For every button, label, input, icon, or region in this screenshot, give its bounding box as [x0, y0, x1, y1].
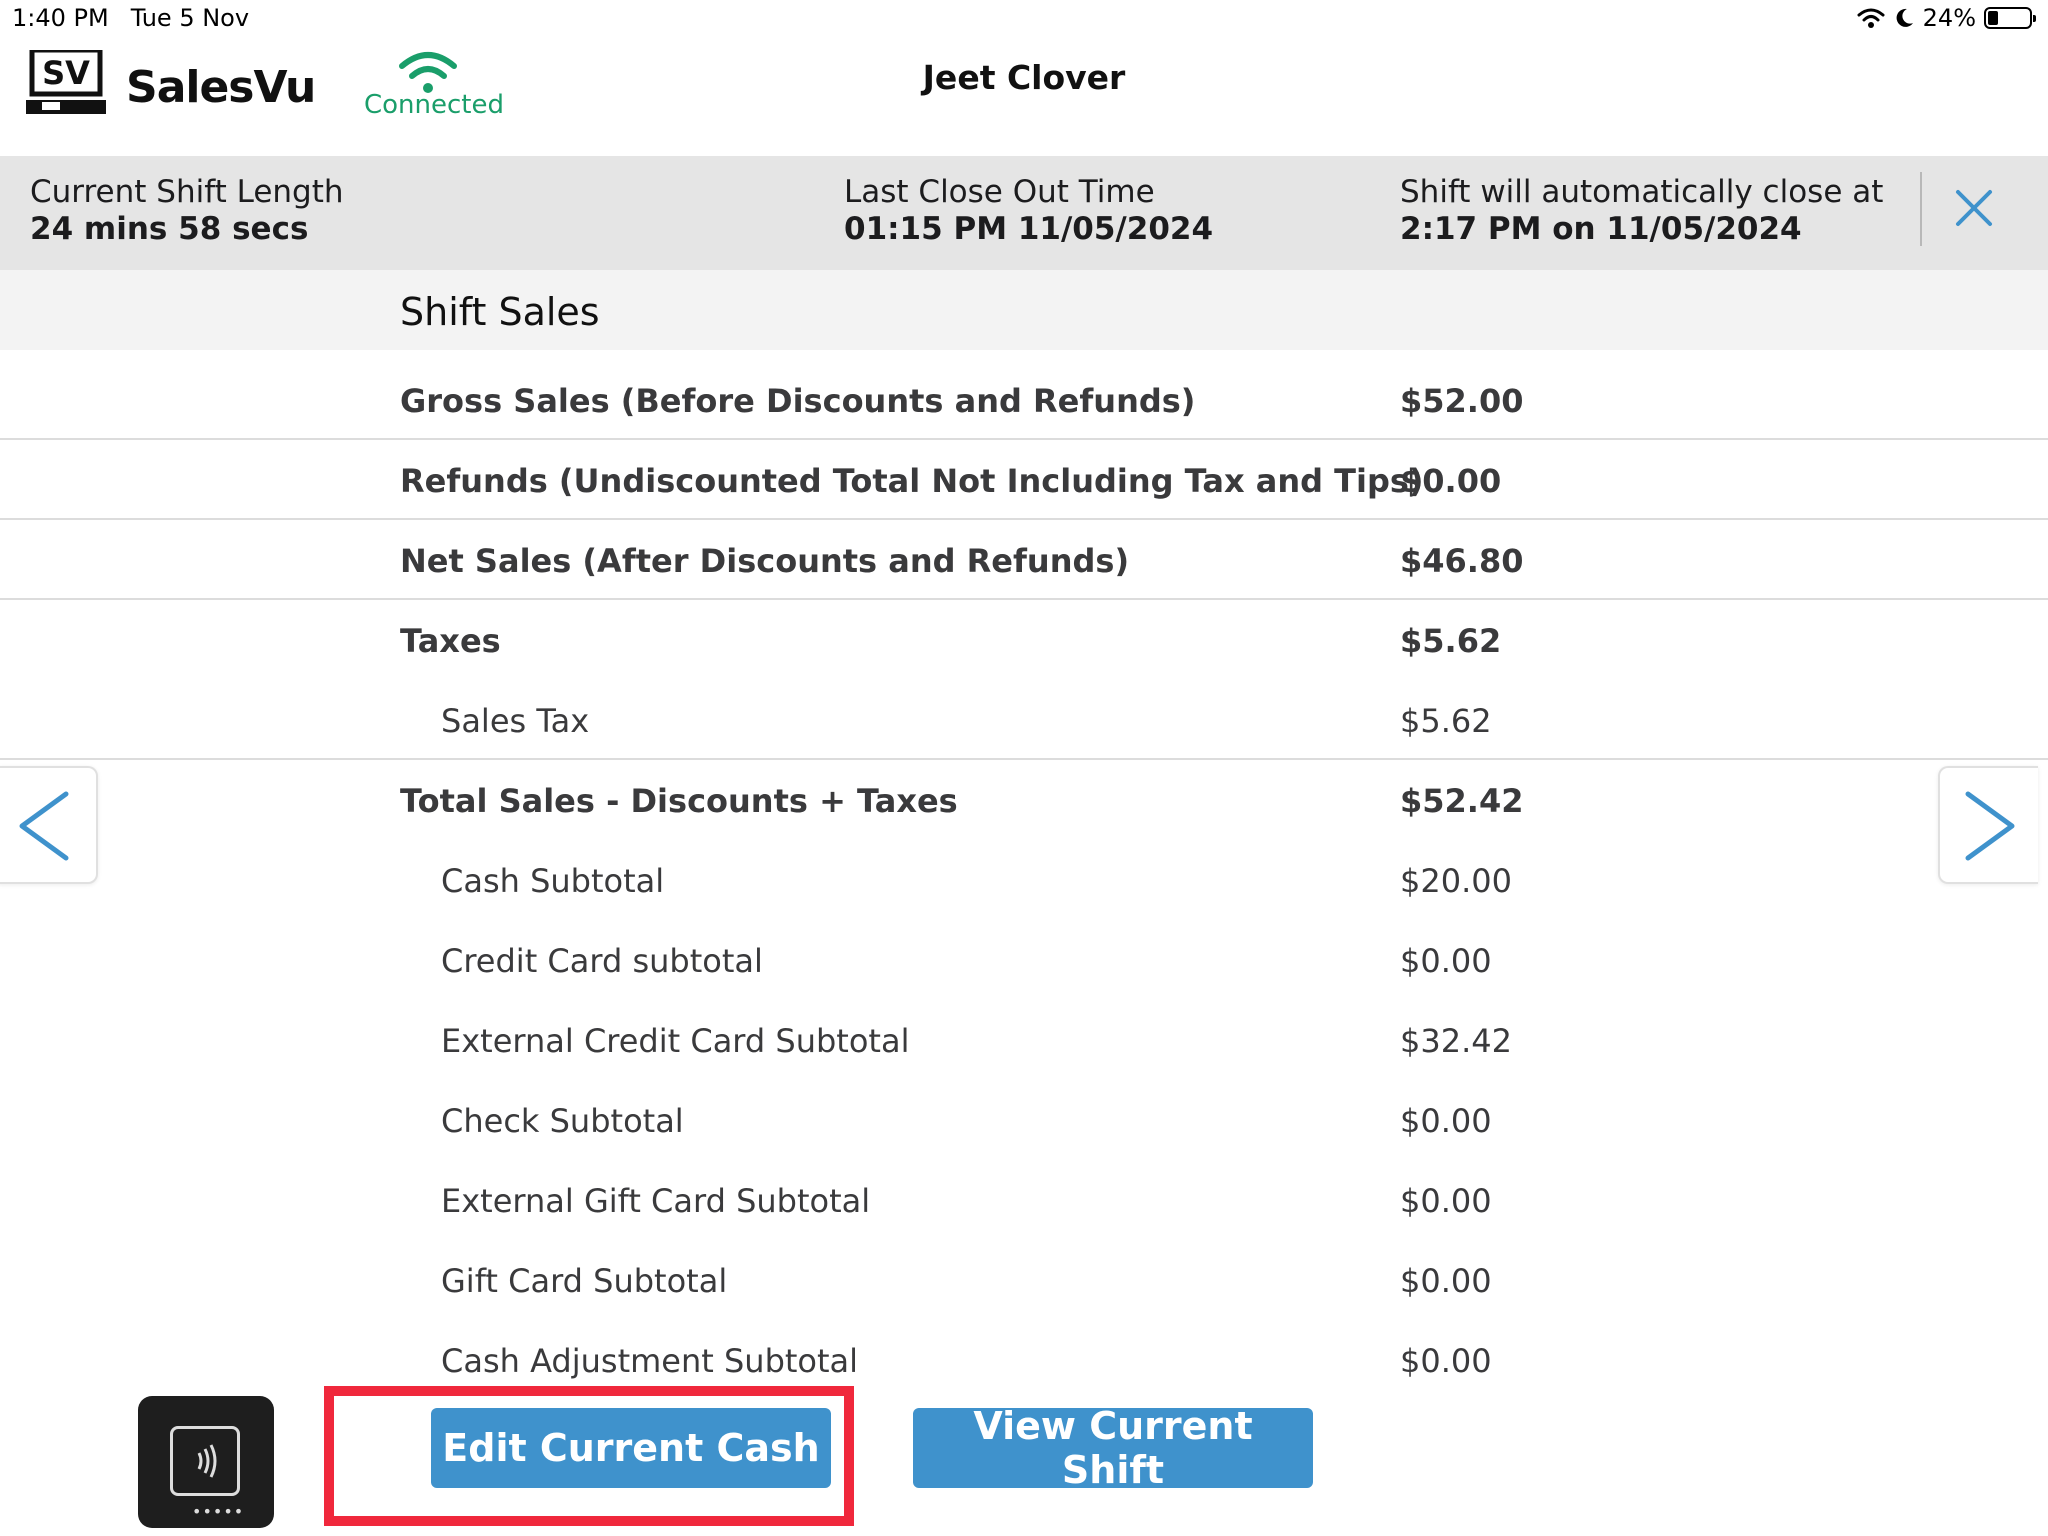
wifi-icon	[1857, 8, 1885, 28]
row-label: Total Sales - Discounts + Taxes	[400, 782, 958, 820]
row-label: External Gift Card Subtotal	[441, 1182, 871, 1220]
table-row: Refunds (Undiscounted Total Not Includin…	[0, 440, 2048, 520]
battery-icon	[1984, 7, 2036, 29]
close-icon[interactable]	[1952, 186, 1996, 230]
table-row: External Credit Card Subtotal $32.42	[0, 1000, 2048, 1080]
chevron-left-icon	[19, 791, 69, 861]
shift-length-label: Current Shift Length	[30, 174, 344, 210]
row-value: $0.00	[1400, 1182, 1492, 1220]
row-value: $0.00	[1400, 1102, 1492, 1140]
table-row: Net Sales (After Discounts and Refunds) …	[0, 520, 2048, 600]
band-divider	[1920, 172, 1922, 246]
user-name: Jeet Clover	[922, 58, 1126, 97]
row-value: $0.00	[1400, 942, 1492, 980]
previous-page-button[interactable]	[0, 766, 98, 884]
status-bar-right: 24%	[1857, 4, 2036, 32]
row-value: $0.00	[1400, 462, 1502, 500]
view-current-shift-button[interactable]: View Current Shift	[913, 1404, 1313, 1492]
row-value: $46.80	[1400, 542, 1524, 580]
status-bar-left: 1:40 PM Tue 5 Nov	[12, 4, 249, 32]
table-row: Gift Card Subtotal $0.00	[0, 1240, 2048, 1320]
last-close-value: 01:15 PM 11/05/2024	[844, 211, 1214, 247]
row-label: Sales Tax	[441, 702, 590, 740]
row-value: $0.00	[1400, 1262, 1492, 1300]
status-date: Tue 5 Nov	[130, 4, 250, 32]
row-value: $5.62	[1400, 702, 1492, 740]
row-label: Taxes	[400, 622, 501, 660]
row-value: $52.00	[1400, 382, 1524, 420]
row-label: Gift Card Subtotal	[441, 1262, 728, 1300]
shift-length-value: 24 mins 58 secs	[30, 211, 309, 247]
row-value: $0.00	[1400, 1342, 1492, 1380]
chevron-right-icon	[1965, 791, 2015, 861]
table-row: External Gift Card Subtotal $0.00	[0, 1160, 2048, 1240]
row-label: Refunds (Undiscounted Total Not Includin…	[400, 462, 1424, 500]
reader-dots: •••••	[192, 1502, 245, 1521]
row-label: Check Subtotal	[441, 1102, 684, 1140]
table-row: Check Subtotal $0.00	[0, 1080, 2048, 1160]
battery-percent: 24%	[1922, 4, 1976, 32]
edit-current-cash-button[interactable]: Edit Current Cash	[431, 1408, 831, 1488]
table-row: Cash Adjustment Subtotal $0.00	[0, 1320, 2048, 1400]
row-value: $5.62	[1400, 622, 1502, 660]
card-reader-button[interactable]: •••••	[138, 1396, 274, 1528]
auto-close: Shift will automatically close at 2:17 P…	[1400, 174, 1883, 248]
table-row: Sales Tax $5.62	[0, 680, 2048, 760]
section-title: Shift Sales	[400, 290, 600, 334]
row-label: Gross Sales (Before Discounts and Refund…	[400, 382, 1196, 420]
table-row: Taxes $5.62	[0, 600, 2048, 680]
auto-close-value: 2:17 PM on 11/05/2024	[1400, 211, 1802, 247]
last-close-out: Last Close Out Time 01:15 PM 11/05/2024	[844, 174, 1213, 248]
row-value: $52.42	[1400, 782, 1524, 820]
row-value: $20.00	[1400, 862, 1512, 900]
shift-length: Current Shift Length 24 mins 58 secs	[30, 174, 344, 248]
section-header	[0, 270, 2048, 350]
row-label: Net Sales (After Discounts and Refunds)	[400, 542, 1130, 580]
auto-close-label: Shift will automatically close at	[1400, 174, 1884, 210]
row-label: Cash Adjustment Subtotal	[441, 1342, 859, 1380]
row-label: External Credit Card Subtotal	[441, 1022, 910, 1060]
next-page-button[interactable]	[1938, 766, 2038, 884]
status-time: 1:40 PM	[12, 4, 109, 32]
row-value: $32.42	[1400, 1022, 1512, 1060]
table-row: Total Sales - Discounts + Taxes $52.42	[0, 760, 2048, 840]
row-label: Credit Card subtotal	[441, 942, 763, 980]
table-row: Credit Card subtotal $0.00	[0, 920, 2048, 1000]
contactless-reader-icon	[170, 1426, 240, 1496]
last-close-label: Last Close Out Time	[844, 174, 1155, 210]
moon-icon	[1896, 8, 1913, 27]
table-row: Cash Subtotal $20.00	[0, 840, 2048, 920]
table-row: Gross Sales (Before Discounts and Refund…	[0, 360, 2048, 440]
row-label: Cash Subtotal	[441, 862, 665, 900]
